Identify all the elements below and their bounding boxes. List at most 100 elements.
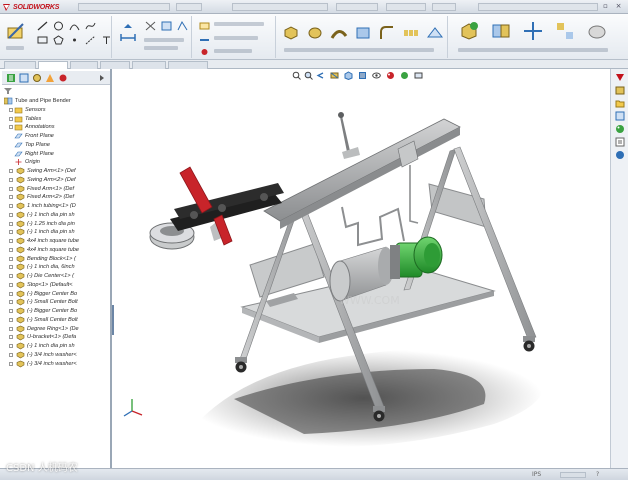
tree-item[interactable]: Sensors: [4, 106, 110, 115]
expand-toggle[interactable]: [9, 361, 13, 366]
tab-assembly[interactable]: [4, 61, 36, 69]
close-button[interactable]: ×: [613, 2, 624, 11]
tree-item[interactable]: (-) Small Center Bolt: [4, 298, 110, 307]
expand-toggle[interactable]: [9, 291, 13, 296]
minimize-button[interactable]: ▫: [600, 2, 611, 11]
tree-item[interactable]: (-) 1 inch dia pin sh: [4, 211, 110, 220]
linear-pattern-icon[interactable]: [402, 24, 420, 42]
tree-item[interactable]: Swing Arm<1> (Def: [4, 167, 110, 176]
expand-toggle[interactable]: [9, 326, 13, 331]
mate-icon[interactable]: [490, 20, 512, 42]
fillet-icon[interactable]: [378, 24, 396, 42]
configuration-tab-icon[interactable]: [32, 73, 42, 83]
dimxpert-tab-icon[interactable]: [45, 73, 55, 83]
swept-boss-icon[interactable]: [330, 24, 348, 42]
expand-toggle[interactable]: [9, 300, 13, 305]
file-explorer-icon[interactable]: [615, 98, 625, 108]
tree-item[interactable]: (-) Die Center<1> (: [4, 272, 110, 281]
tab-layout[interactable]: [38, 61, 68, 69]
design-library-icon[interactable]: [615, 85, 625, 95]
expand-toggle[interactable]: [9, 177, 13, 182]
expand-toggle[interactable]: [9, 247, 13, 252]
filter-icon[interactable]: [3, 87, 13, 95]
expand-arrow-icon[interactable]: [98, 74, 106, 82]
tab-evaluate[interactable]: [100, 61, 130, 69]
tree-item[interactable]: Annotations: [4, 123, 110, 132]
trim-icon[interactable]: [144, 20, 157, 32]
tree-item[interactable]: (-) 3/4 inch washer<: [4, 351, 110, 360]
tree-item[interactable]: (-) 1 inch dia, 6inch: [4, 263, 110, 272]
feature-tree-tab-icon[interactable]: [6, 73, 16, 83]
extruded-cut-icon[interactable]: [354, 24, 372, 42]
expand-toggle[interactable]: [9, 186, 13, 191]
tree-item[interactable]: (-) Bigger Center Bo: [4, 290, 110, 299]
line-icon[interactable]: [36, 20, 49, 32]
expand-toggle[interactable]: [9, 317, 13, 322]
property-manager-tab-icon[interactable]: [19, 73, 29, 83]
reference-geometry-icon[interactable]: [426, 24, 444, 42]
tree-item[interactable]: 1 inch tubing<1> (D: [4, 202, 110, 211]
revolved-boss-icon[interactable]: [306, 24, 324, 42]
units-indicator[interactable]: IPS: [532, 471, 541, 478]
tab-office[interactable]: [132, 61, 166, 69]
search-knowledge-field[interactable]: [478, 3, 598, 11]
expand-toggle[interactable]: [9, 230, 13, 235]
extruded-boss-icon[interactable]: [282, 24, 300, 42]
tree-item[interactable]: Fixed Arm<2> (Def: [4, 193, 110, 202]
tree-item[interactable]: U-bracket<1> (Defa: [4, 333, 110, 342]
tree-item[interactable]: 4x4 inch square tube: [4, 237, 110, 246]
tree-item[interactable]: Top Plane: [4, 141, 110, 150]
tab-simulation[interactable]: [168, 61, 208, 69]
expand-toggle[interactable]: [9, 256, 13, 261]
view-palette-icon[interactable]: [615, 111, 625, 121]
tree-item[interactable]: Front Plane: [4, 132, 110, 141]
expand-toggle[interactable]: [9, 169, 13, 173]
solidworks-resources-icon[interactable]: [615, 72, 625, 82]
assembly-features-icon[interactable]: [586, 20, 608, 42]
forum-icon[interactable]: [615, 150, 625, 160]
expand-toggle[interactable]: [9, 204, 13, 208]
search-box[interactable]: [336, 3, 378, 11]
smart-dimension-icon[interactable]: [118, 22, 138, 42]
expand-toggle[interactable]: [9, 309, 13, 313]
tree-item[interactable]: Fixed Arm<1> (Def: [4, 185, 110, 194]
point-icon[interactable]: [68, 34, 81, 46]
spline-icon[interactable]: [84, 20, 97, 32]
expand-toggle[interactable]: [9, 221, 13, 226]
offset-icon[interactable]: [176, 20, 189, 32]
tab-sketch[interactable]: [70, 61, 98, 69]
tree-root[interactable]: Tube and Pipe Bender: [4, 97, 110, 106]
help-menu[interactable]: [432, 3, 456, 11]
expand-toggle[interactable]: [9, 116, 13, 121]
polygon-icon[interactable]: [52, 34, 65, 46]
expand-toggle[interactable]: [9, 125, 13, 130]
convert-entities-icon[interactable]: [160, 20, 173, 32]
expand-toggle[interactable]: [9, 212, 13, 217]
expand-toggle[interactable]: [9, 352, 13, 357]
expand-toggle[interactable]: [9, 282, 13, 287]
tree-item[interactable]: Origin: [4, 158, 110, 167]
search-commands-field[interactable]: [386, 3, 426, 11]
rectangle-icon[interactable]: [36, 34, 49, 46]
insert-components-icon[interactable]: [458, 20, 480, 42]
expand-toggle[interactable]: [9, 335, 13, 340]
expand-toggle[interactable]: [9, 195, 13, 200]
expand-toggle[interactable]: [9, 265, 13, 270]
help-button[interactable]: ?: [596, 471, 599, 478]
quick-snaps-icon[interactable]: [198, 46, 211, 58]
display-relations-icon[interactable]: [198, 20, 211, 32]
tree-item[interactable]: (-) 3/4 inch washer<: [4, 360, 110, 369]
exploded-view-icon[interactable]: [554, 20, 576, 42]
tree-item[interactable]: (-) 1 inch dia pin sh: [4, 228, 110, 237]
sketch-icon[interactable]: [5, 20, 27, 42]
tree-item[interactable]: (-) Bigger Center Bo: [4, 307, 110, 316]
tree-item[interactable]: (-) Small Center Bolt: [4, 316, 110, 325]
centerline-icon[interactable]: [84, 34, 97, 46]
tree-item[interactable]: (-) 1.25 inch dia pin: [4, 220, 110, 229]
text-icon[interactable]: [100, 34, 113, 46]
tree-item[interactable]: Bending Block<1> (: [4, 255, 110, 264]
display-manager-tab-icon[interactable]: [58, 73, 68, 83]
expand-toggle[interactable]: [9, 107, 13, 112]
custom-properties-icon[interactable]: [615, 137, 625, 147]
tree-item[interactable]: Degree Ring<1> (De: [4, 325, 110, 334]
